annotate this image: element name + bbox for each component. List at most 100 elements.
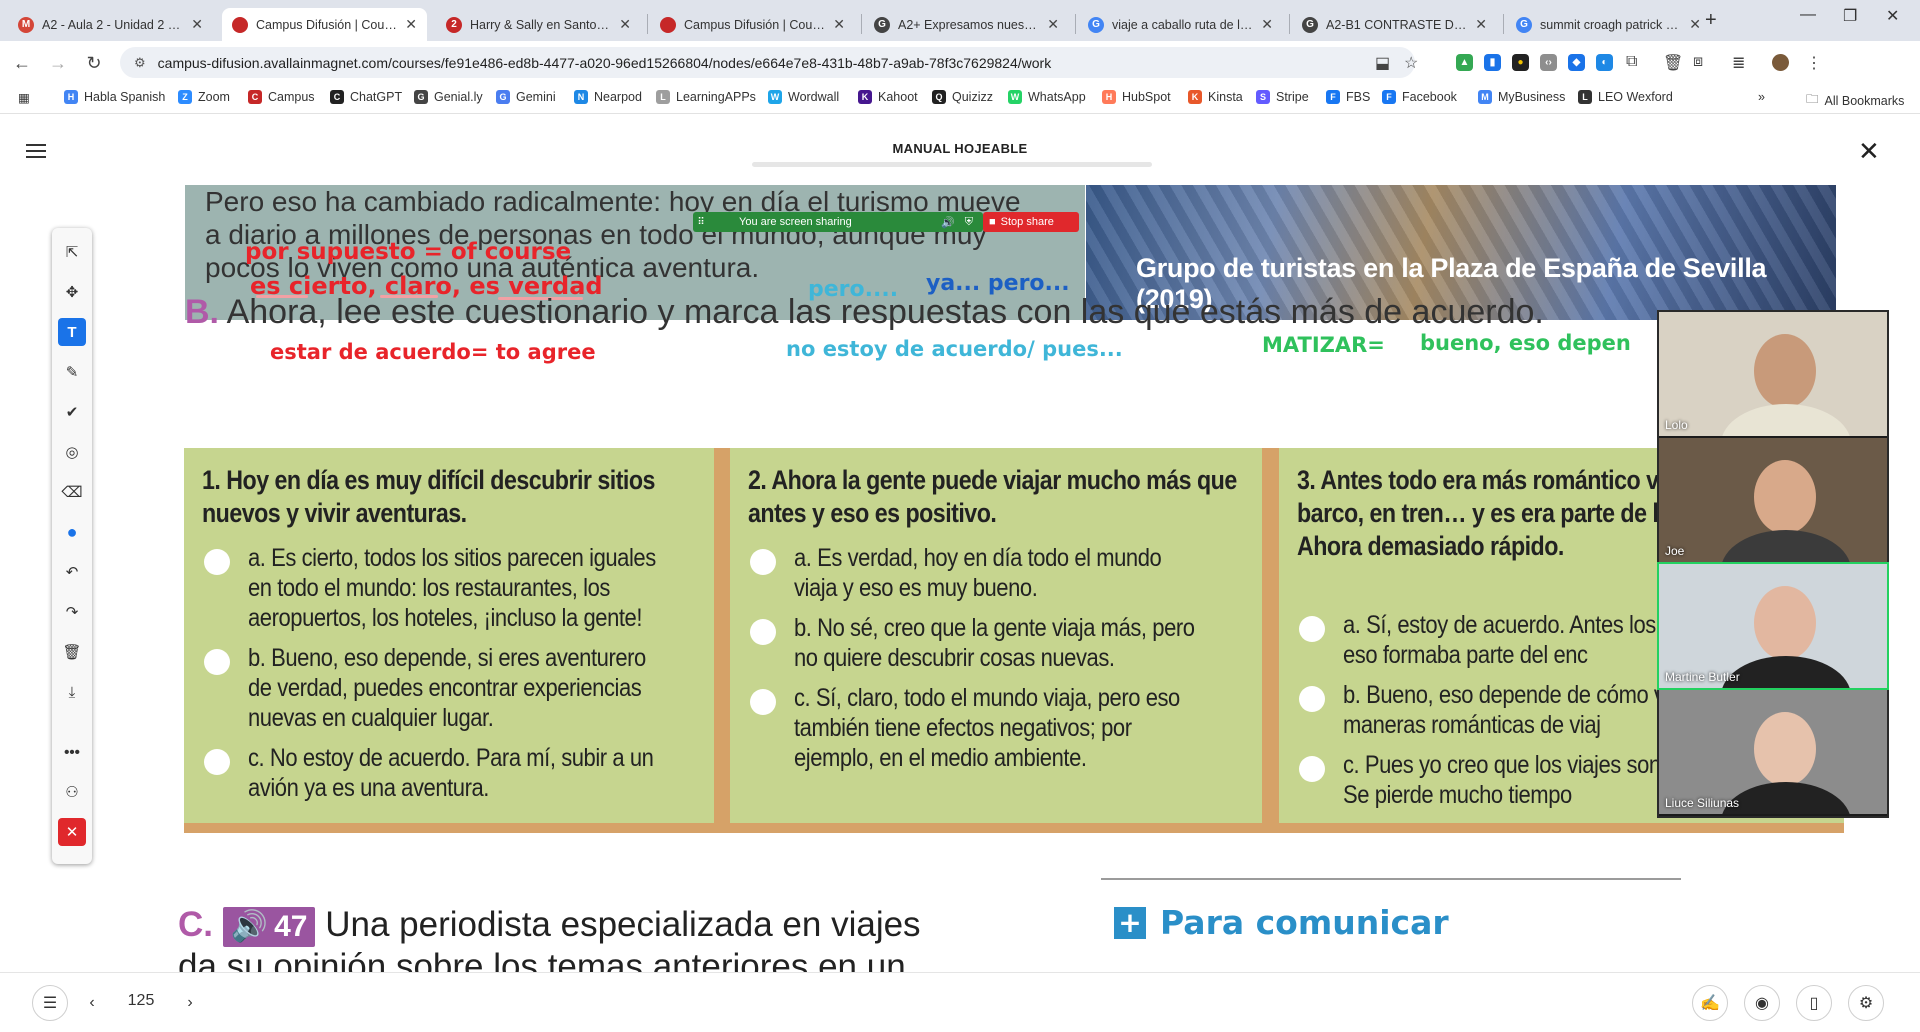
color-picker-icon[interactable]: ● [58,518,86,546]
view-eye-icon[interactable]: ◉ [1744,985,1780,1021]
bookmark-facebook[interactable]: F Facebook [1382,90,1457,104]
index-list-icon[interactable]: ☰ [32,985,68,1021]
bookmark-quizizz[interactable]: Q Quizizz [932,90,993,104]
radio-button[interactable] [750,689,776,715]
previous-page-button[interactable]: ‹ [74,985,110,1021]
minimize-button[interactable]: — [1800,6,1816,24]
tab-close-icon[interactable]: ✕ [1261,16,1273,33]
tab-close-icon[interactable]: ✕ [405,16,417,33]
pen-icon[interactable]: ✎ [58,358,86,386]
bookmark-wordwall[interactable]: W Wordwall [768,90,839,104]
tab-close-icon[interactable]: ✕ [1475,16,1487,33]
bookmark-kinsta[interactable]: K Kinsta [1188,90,1243,104]
browser-tab[interactable]: Gviaje a caballo ruta de la s ✕ [1078,8,1283,41]
browser-tab[interactable]: G A2-B1 CONTRASTE DE PAS ✕ [1292,8,1497,41]
browser-tab[interactable]: G A2+ Expresamos nuestra o ✕ [864,8,1069,41]
bookmark-icon[interactable]: ▯ [1796,985,1832,1021]
radio-button[interactable] [1299,756,1325,782]
browser-tab[interactable]: 2 Harry & Sally en Santorini ✕ [436,8,641,41]
participant-icon[interactable]: ⚇ [58,778,86,806]
extension-icon[interactable]: ▮ [1484,54,1501,71]
bookmark-whatsapp[interactable]: W WhatsApp [1008,90,1086,104]
close-window-button[interactable]: ✕ [1886,6,1899,26]
radio-button[interactable] [750,549,776,575]
tab-close-icon[interactable]: ✕ [833,16,845,33]
tab-close-icon[interactable]: ✕ [1689,16,1701,33]
next-page-button[interactable]: › [172,985,208,1021]
check-icon[interactable]: ✔ [58,398,86,426]
bookmark-leo-wexford[interactable]: L LEO Wexford [1578,90,1673,104]
tab-close-icon[interactable]: ✕ [619,16,631,33]
participant-video-tile[interactable]: Martine Butler [1657,562,1889,690]
radio-button[interactable] [204,749,230,775]
profile-avatar[interactable] [1772,54,1789,71]
extension-icon[interactable]: ◐ [1596,54,1613,71]
redo-icon[interactable]: ↷ [58,598,86,626]
search-tabs-icon[interactable]: ⧈ [1693,53,1703,71]
radio-button[interactable] [750,619,776,645]
bookmark-hubspot[interactable]: H HubSpot [1102,90,1171,104]
move-icon[interactable]: ✥ [58,278,86,306]
close-icon[interactable]: ✕ [1858,136,1880,167]
extension-icon[interactable]: ◆ [1568,54,1585,71]
participant-video-tile[interactable]: Lolo [1659,312,1887,436]
restore-button[interactable]: ❐ [1843,6,1857,26]
reload-button[interactable]: ↻ [80,49,108,77]
forward-button[interactable]: → [44,49,72,77]
undo-icon[interactable]: ↶ [58,558,86,586]
address-bar[interactable]: ⚙ campus-difusion.avallainmagnet.com/cou… [120,47,1415,78]
close-toolbar-icon[interactable]: ✕ [58,818,86,846]
extensions-puzzle-icon[interactable]: ⧉ [1626,53,1637,71]
participant-video-tile[interactable]: Joe [1659,438,1887,562]
bookmark-nearpod[interactable]: N Nearpod [574,90,642,104]
bookmark-kahoot[interactable]: K Kahoot [858,90,918,104]
stop-share-button[interactable]: ■ Stop share [983,212,1079,232]
bookmark-fbs[interactable]: F FBS [1326,90,1370,104]
radio-button[interactable] [204,549,230,575]
bookmark-gemini[interactable]: G Gemini [496,90,556,104]
download-icon[interactable]: ⤓ [58,678,86,706]
radio-button[interactable] [1299,686,1325,712]
participant-video-tile[interactable]: Liuce Siliunas [1659,690,1887,814]
extension-icon[interactable]: ‹› [1540,54,1557,71]
browser-tab[interactable]: Gsummit croagh patrick sign ✕ [1506,8,1711,41]
select-pointer-icon[interactable]: ⇱ [58,238,86,266]
bookmark-star-icon[interactable]: ☆ [1404,53,1418,73]
site-info-icon[interactable]: ⚙ [134,55,146,71]
bookmark-genial-ly[interactable]: G Genial.ly [414,90,483,104]
trash-icon[interactable]: 🗑 [1663,53,1683,73]
eraser-icon[interactable]: ⌫ [58,478,86,506]
spotlight-icon[interactable]: ◎ [58,438,86,466]
page-number[interactable]: 125 [116,992,166,1010]
all-bookmarks-folder[interactable]: 🗀 All Bookmarks [1806,90,1904,111]
screen-sharing-bar[interactable]: ⠿ You are screen sharing 🔊 ⛨ [693,212,983,232]
tab-close-icon[interactable]: ✕ [1047,16,1059,33]
extension-icon[interactable]: ● [1512,54,1529,71]
bookmark-mybusiness[interactable]: M MyBusiness [1478,90,1565,104]
bookmark-learningapps[interactable]: L LearningAPPs [656,90,756,104]
browser-tab[interactable]: M A2 - Aula 2 - Unidad 2 - Vi ✕ [8,8,213,41]
bookmark-chatgpt[interactable]: C ChatGPT [330,90,402,104]
radio-button[interactable] [1299,616,1325,642]
audio-track-button[interactable]: 🔊 47 [222,906,316,947]
apps-grid-icon[interactable]: ▦ [18,90,30,105]
radio-button[interactable] [204,649,230,675]
bookmark-campus[interactable]: C Campus [248,90,315,104]
text-tool-icon[interactable]: T [58,318,86,346]
browser-tab[interactable]: Campus Difusión | Courses ✕ [650,8,855,41]
bookmark-habla-spanish[interactable]: H Habla Spanish [64,90,165,104]
tab-close-icon[interactable]: ✕ [191,16,203,33]
settings-gear-icon[interactable]: ⚙ [1848,985,1884,1021]
bookmark-stripe[interactable]: S Stripe [1256,90,1309,104]
browser-tab[interactable]: Campus Difusión | Courses ✕ [222,8,427,41]
install-app-icon[interactable]: ⬓ [1375,53,1390,73]
audio-icon[interactable]: 🔊 [941,216,955,229]
bookmark-zoom[interactable]: Z Zoom [178,90,230,104]
more-bookmarks-icon[interactable]: » [1758,90,1765,104]
drag-handle-icon[interactable]: ⠿ [693,217,709,228]
more-icon[interactable]: ••• [58,738,86,766]
clear-trash-icon[interactable]: 🗑 [58,638,86,666]
back-button[interactable]: ← [8,49,36,77]
annotate-icon[interactable]: ✍ [1692,985,1728,1021]
drive-extension-icon[interactable]: ▲ [1456,54,1473,71]
